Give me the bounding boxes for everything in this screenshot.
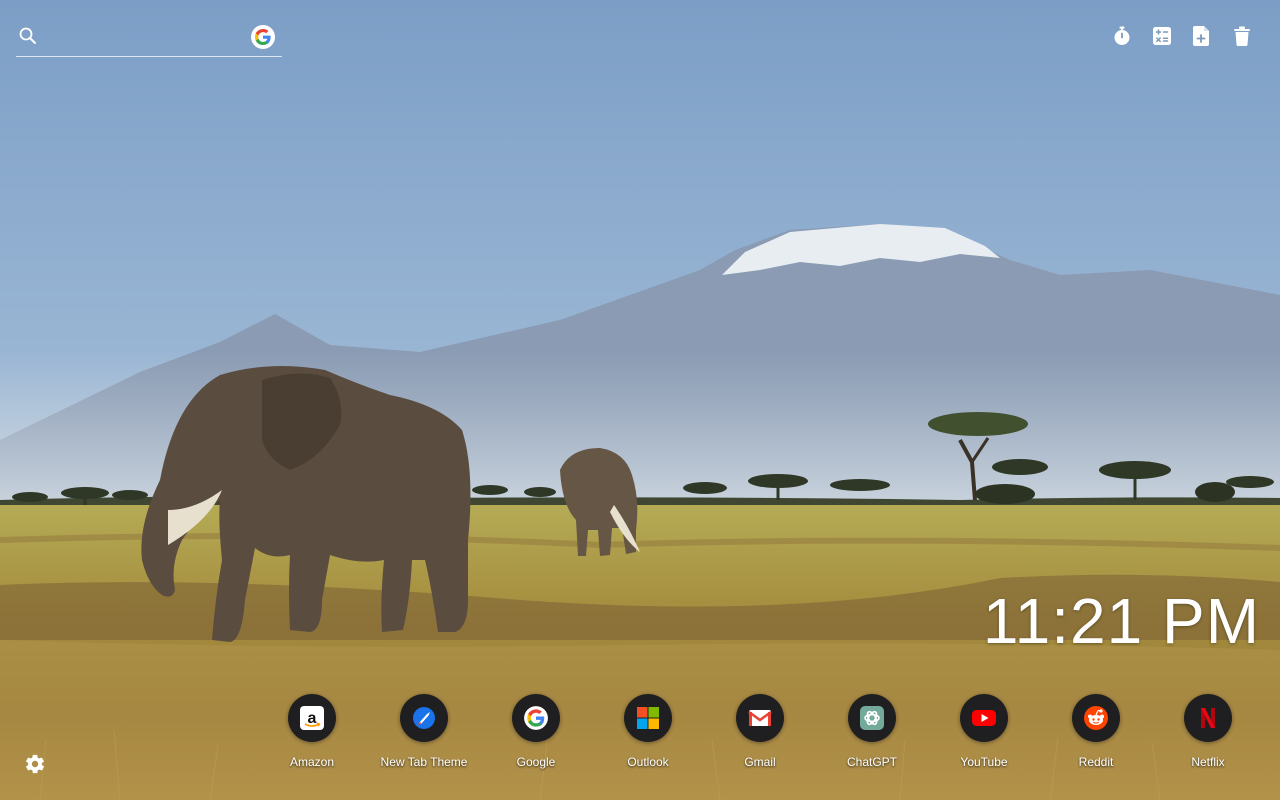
google-icon xyxy=(512,694,560,742)
clock-time: 11:21 PM xyxy=(982,585,1260,657)
stopwatch-icon[interactable] xyxy=(1110,24,1134,48)
shortcut-label: YouTube xyxy=(960,755,1008,769)
shortcut-youtube[interactable]: YouTube xyxy=(928,694,1040,769)
app-dock: a Amazon New Tab Theme Google Outlook Gm xyxy=(256,694,1264,769)
shortcut-label: New Tab Theme xyxy=(380,755,468,769)
reddit-icon xyxy=(1072,694,1120,742)
shortcut-label: Outlook xyxy=(627,755,669,769)
shortcut-netflix[interactable]: Netflix xyxy=(1152,694,1264,769)
shortcut-label: Reddit xyxy=(1078,755,1114,769)
google-icon[interactable] xyxy=(251,25,275,49)
shortcut-new-tab-theme[interactable]: New Tab Theme xyxy=(368,694,480,769)
shortcut-chatgpt[interactable]: ChatGPT xyxy=(816,694,928,769)
shortcut-label: Gmail xyxy=(744,755,776,769)
gear-icon[interactable] xyxy=(24,753,48,777)
search-input[interactable] xyxy=(48,24,252,52)
shortcut-reddit[interactable]: Reddit xyxy=(1040,694,1152,769)
youtube-icon xyxy=(960,694,1008,742)
shortcut-gmail[interactable]: Gmail xyxy=(704,694,816,769)
shortcut-label: ChatGPT xyxy=(846,755,897,769)
chatgpt-icon xyxy=(848,694,896,742)
shortcut-outlook[interactable]: Outlook xyxy=(592,694,704,769)
new-tab-theme-icon xyxy=(400,694,448,742)
amazon-icon: a xyxy=(288,694,336,742)
svg-text:a: a xyxy=(308,710,317,727)
search-icon[interactable] xyxy=(18,26,38,46)
shortcut-label: Google xyxy=(516,755,556,769)
shortcut-label: Netflix xyxy=(1191,755,1225,769)
microsoft-icon xyxy=(624,694,672,742)
add-document-icon[interactable] xyxy=(1190,24,1214,48)
netflix-icon xyxy=(1184,694,1232,742)
shortcut-label: Amazon xyxy=(289,755,335,769)
top-toolbar xyxy=(1110,24,1254,48)
shortcut-amazon[interactable]: a Amazon xyxy=(256,694,368,769)
shortcut-google[interactable]: Google xyxy=(480,694,592,769)
trash-icon[interactable] xyxy=(1230,24,1254,48)
gmail-icon xyxy=(736,694,784,742)
wallpaper-image xyxy=(0,0,1280,800)
search-bar xyxy=(16,20,282,57)
calculator-icon[interactable] xyxy=(1150,24,1174,48)
